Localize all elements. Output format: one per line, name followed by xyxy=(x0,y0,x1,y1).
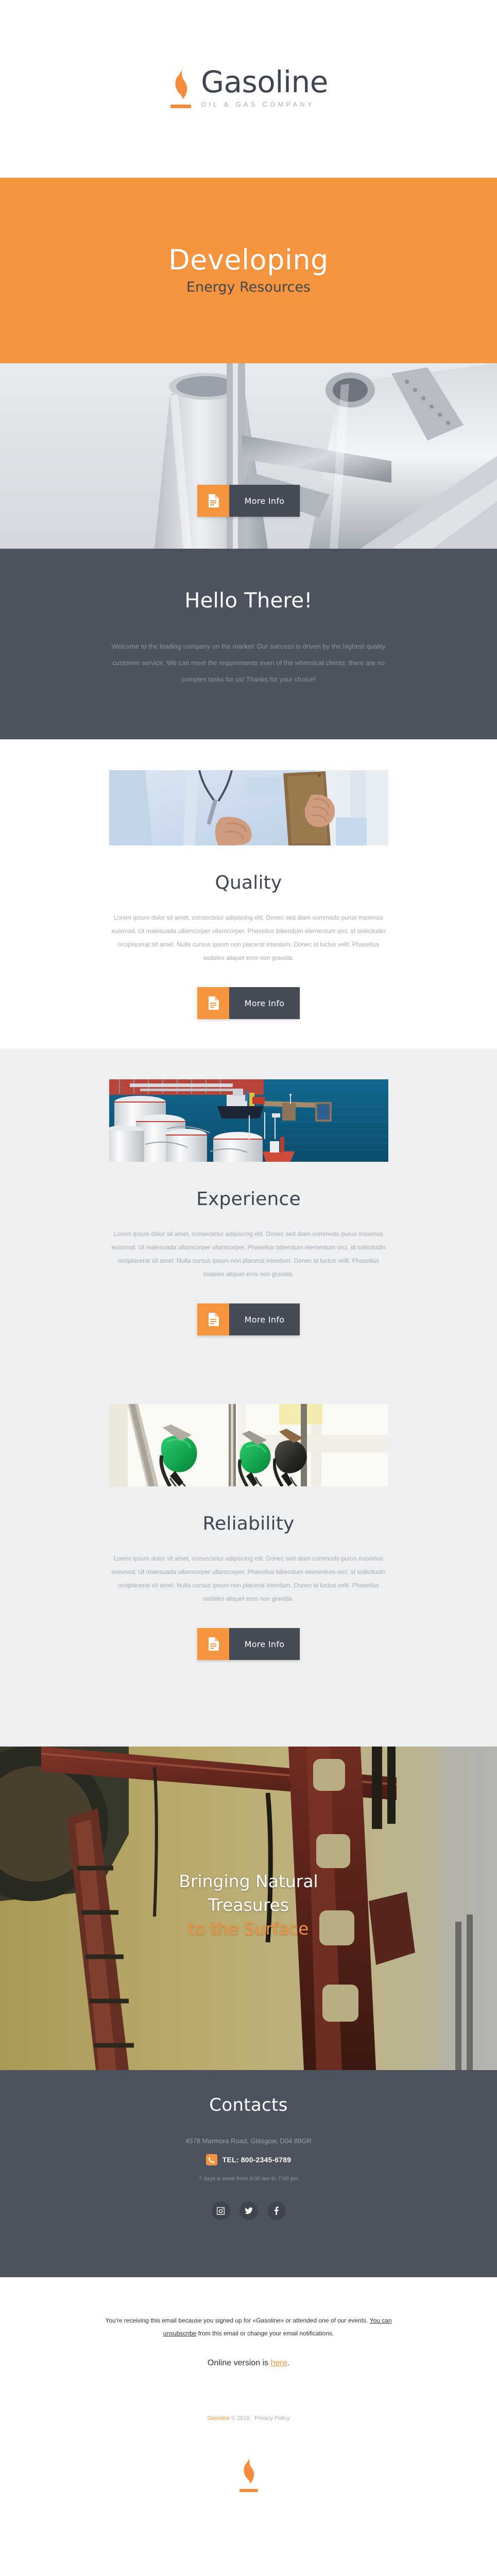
footer-copyright: Gasoline © 2015. Privacy Policy xyxy=(208,2415,290,2421)
quality-title: Quality xyxy=(215,872,282,893)
footer-online-version: Online version is here. xyxy=(208,2359,289,2368)
social-links xyxy=(211,2201,286,2220)
reliability-title: Reliability xyxy=(202,1513,295,1534)
hero-banner: Developing Energy Resources xyxy=(0,178,497,363)
footer-flame-icon xyxy=(239,2454,258,2492)
online-version-suffix: . xyxy=(287,2359,290,2367)
fuel-nozzles-photo xyxy=(109,1404,388,1486)
experience-body: Lorem ipsum dolor sit amet, consectetur … xyxy=(111,1230,386,1278)
online-version-link[interactable]: here xyxy=(271,2359,287,2367)
more-info-button-quality[interactable]: More Info xyxy=(197,987,300,1019)
experience-image xyxy=(109,1079,388,1162)
hero-subtitle: Energy Resources xyxy=(186,279,311,295)
facebook-icon[interactable] xyxy=(267,2201,286,2220)
feature-section-experience: Experience Lorem ipsum dolor sit amet, c… xyxy=(0,1048,497,1373)
contacts-hours: 7 days a week from 8:00 am to 7:00 pm xyxy=(198,2176,299,2182)
contacts-section: Contacts 4578 Marmora Road, Glasgow, D04… xyxy=(0,2070,497,2277)
quality-body: Lorem ipsum dolor sit amet, consectetur … xyxy=(111,914,386,961)
hello-body: Welcome to the leading company on the ma… xyxy=(111,642,386,683)
hello-title: Hello There! xyxy=(184,589,313,613)
footer-flame-base xyxy=(239,2489,258,2492)
oil-tanks-harbor-photo xyxy=(109,1079,388,1162)
email-page: Gasoline OIL & GAS COMPANY Developing En… xyxy=(0,0,497,2576)
experience-title: Experience xyxy=(196,1189,301,1210)
document-icon xyxy=(197,1303,229,1335)
pipeline-photo xyxy=(0,363,497,549)
contacts-phone: TEL: 800-2345-6789 xyxy=(222,2156,292,2164)
copyright-brand: Gasoline xyxy=(207,2415,230,2421)
inspector-clipboard-photo xyxy=(109,770,388,845)
contacts-phone-row[interactable]: TEL: 800-2345-6789 xyxy=(205,2154,292,2165)
footer: You're receiving this email because you … xyxy=(0,2277,497,2576)
footer-legal-part2: from this email or change your email not… xyxy=(196,2330,334,2337)
more-info-label: More Info xyxy=(229,485,300,517)
more-info-button-experience[interactable]: More Info xyxy=(197,1303,300,1335)
document-icon xyxy=(197,485,229,517)
footer-legal-text: You're receiving this email because you … xyxy=(105,2314,393,2340)
instagram-icon[interactable] xyxy=(211,2201,230,2220)
brand-name: Gasoline xyxy=(201,64,328,99)
hero-title: Developing xyxy=(168,244,329,276)
document-icon xyxy=(197,987,229,1019)
online-version-prefix: Online version is xyxy=(207,2359,271,2367)
pumpjack-banner: Bringing Natural Treasures to the Surfac… xyxy=(0,1747,497,2070)
twitter-icon[interactable] xyxy=(239,2201,258,2220)
document-icon xyxy=(197,1628,229,1660)
phone-icon xyxy=(205,2154,217,2165)
brand-logo[interactable]: Gasoline OIL & GAS COMPANY xyxy=(169,65,328,108)
reliability-image xyxy=(109,1404,388,1486)
pumpjack-line-3: to the Surface xyxy=(188,1919,309,1939)
copyright-year: © 2015. xyxy=(231,2415,251,2421)
more-info-label: More Info xyxy=(229,1628,300,1660)
more-info-label: More Info xyxy=(229,987,300,1019)
contacts-address: 4578 Marmora Road, Glasgow, D04 89GR xyxy=(185,2137,312,2145)
flame-icon xyxy=(169,65,193,108)
quality-image xyxy=(109,770,388,845)
privacy-policy-link[interactable]: Privacy Policy xyxy=(254,2415,289,2421)
more-info-button-reliability[interactable]: More Info xyxy=(197,1628,300,1660)
feature-section-quality: Quality Lorem ipsum dolor sit amet, cons… xyxy=(0,739,497,1048)
feature-section-reliability: Reliability Lorem ipsum dolor sit amet, … xyxy=(0,1373,497,1747)
pipeline-image-banner: More Info xyxy=(0,363,497,549)
pumpjack-headline: Bringing Natural Treasures to the Surfac… xyxy=(179,1870,318,1947)
flame-base xyxy=(170,105,192,108)
pumpjack-line-1: Bringing Natural xyxy=(179,1871,318,1891)
brand-tagline: OIL & GAS COMPANY xyxy=(201,100,315,108)
reliability-body: Lorem ipsum dolor sit amet, consectetur … xyxy=(111,1555,386,1602)
contacts-title: Contacts xyxy=(209,2095,288,2115)
footer-legal-part1: You're receiving this email because you … xyxy=(105,2317,370,2324)
more-info-button-hero[interactable]: More Info xyxy=(197,485,300,517)
more-info-label: More Info xyxy=(229,1303,300,1335)
hello-section: Hello There! Welcome to the leading comp… xyxy=(0,549,497,739)
header: Gasoline OIL & GAS COMPANY xyxy=(0,0,497,178)
pumpjack-line-2: Treasures xyxy=(208,1895,289,1915)
